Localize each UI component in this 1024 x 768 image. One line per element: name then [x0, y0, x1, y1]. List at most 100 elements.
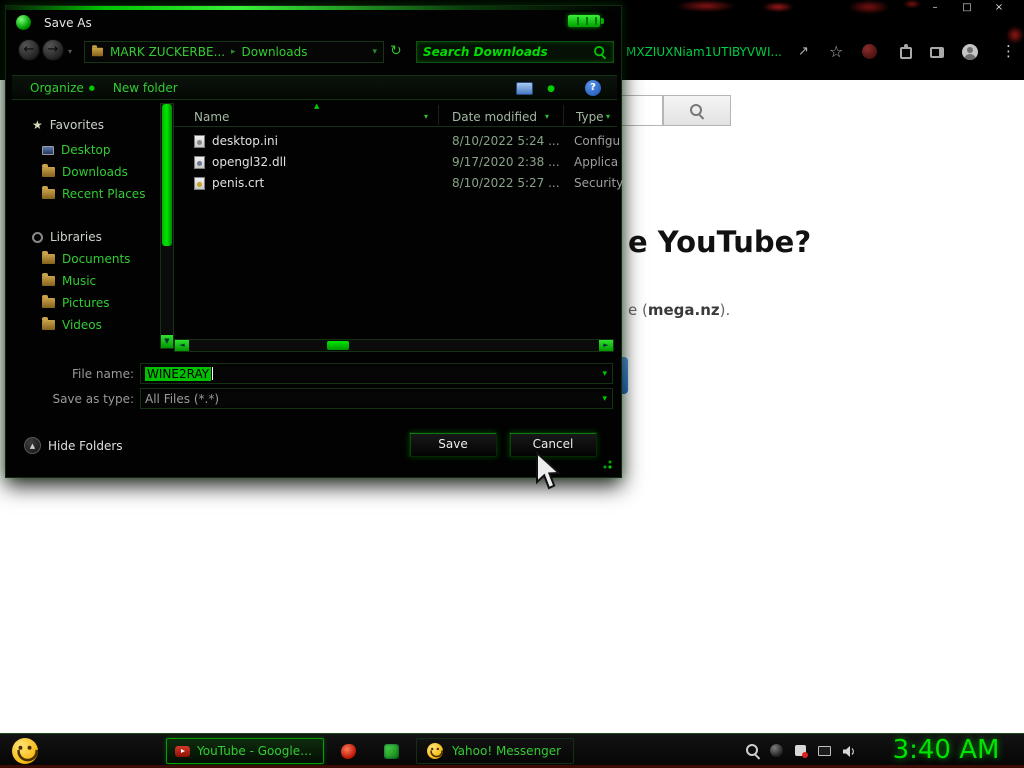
folder-icon	[91, 45, 104, 57]
page-heading-fragment: e YouTube?	[628, 225, 812, 259]
window-minimize-button[interactable]: –	[924, 1, 946, 14]
save-as-type-select[interactable]: All Files (*.*) ▾	[140, 388, 613, 409]
taskbar-item-youtube[interactable]: YouTube - Google C...	[166, 738, 324, 764]
breadcrumb[interactable]: MARK ZUCKERBE... ▸ Downloads ▾	[84, 41, 384, 63]
recent-places-icon	[42, 186, 55, 199]
sidebar-item-documents[interactable]: Documents	[42, 251, 130, 267]
scrollbar-thumb[interactable]	[162, 104, 172, 246]
battery-icon	[568, 15, 604, 27]
forward-button[interactable]: →	[42, 39, 64, 61]
mouse-cursor	[536, 451, 561, 490]
organize-button[interactable]: Organize ●	[30, 81, 95, 95]
save-as-dialog: Save As ← → ▾ MARK ZUCKERBE... ▸ Downloa…	[5, 5, 623, 478]
downloads-folder-icon	[42, 164, 55, 177]
address-bar-text[interactable]: MXZIUXNiam1UTIBYVWI...	[626, 45, 782, 59]
hscrollbar-thumb[interactable]	[327, 341, 349, 350]
tray-notification-icon[interactable]	[795, 745, 808, 758]
sidebar-item-pictures[interactable]: Pictures	[42, 295, 110, 311]
libraries-header[interactable]: Libraries	[32, 229, 102, 245]
file-name-input[interactable]: WINE2RAY ▾	[140, 363, 613, 384]
chevron-right-icon: ▸	[231, 47, 236, 57]
account-avatar[interactable]	[862, 44, 877, 59]
start-button-smiley-icon[interactable]	[12, 738, 38, 764]
scroll-down-icon[interactable]: ▼	[161, 335, 173, 348]
window-close-button[interactable]: ×	[988, 1, 1010, 14]
paint-splatter	[762, 2, 794, 12]
file-row-opengl32-dll[interactable]: opengl32.dll 9/17/2020 2:38 ... Applica	[174, 153, 618, 174]
taskbar-clock[interactable]: 3:40 AM	[880, 734, 1012, 767]
sidebar-item-downloads[interactable]: Downloads	[42, 164, 128, 180]
paint-splatter	[848, 0, 890, 14]
mega-link[interactable]: mega.nz	[648, 301, 720, 319]
search-icon	[690, 103, 704, 118]
column-name-dropdown-icon[interactable]: ▾	[424, 112, 428, 121]
window-maximize-button[interactable]: □	[956, 1, 978, 14]
file-list: ▲ Name ▾ Date modified ▾ Type ▾ desktop.…	[174, 102, 623, 338]
paint-splatter	[903, 0, 921, 8]
file-row-desktop-ini[interactable]: desktop.ini 8/10/2022 5:24 ... Configu	[174, 132, 620, 153]
dialog-top-accent	[6, 6, 621, 10]
dialog-title: Save As	[44, 16, 92, 30]
dialog-search-box[interactable]: Search Downloads	[416, 41, 614, 63]
file-name-dropdown-icon[interactable]: ▾	[602, 369, 607, 379]
extensions-puzzle-icon[interactable]	[900, 44, 912, 59]
share-icon[interactable]: ↗	[798, 44, 809, 59]
breadcrumb-user[interactable]: MARK ZUCKERBE...	[110, 45, 225, 59]
column-date-dropdown-icon[interactable]: ▾	[545, 112, 549, 121]
scroll-left-icon[interactable]: ◄	[175, 340, 189, 351]
favorites-header[interactable]: ★ Favorites	[32, 117, 104, 133]
back-button[interactable]: ←	[18, 39, 40, 61]
file-row-crt[interactable]: penis.crt 8/10/2022 5:27 ... Security	[174, 174, 623, 195]
desktop-icon	[42, 145, 54, 155]
profile-icon[interactable]	[962, 44, 978, 60]
column-date-modified[interactable]: Date modified	[452, 110, 537, 124]
breadcrumb-dropdown-icon[interactable]: ▾	[372, 47, 377, 57]
tray-search-icon[interactable]	[746, 744, 760, 758]
taskbar-item-yahoo-messenger[interactable]: Yahoo! Messenger	[416, 738, 574, 764]
taskbar-app-icon-green[interactable]	[384, 744, 399, 759]
search-placeholder: Search Downloads	[423, 45, 548, 59]
column-name[interactable]: Name	[194, 110, 229, 124]
help-icon[interactable]: ?	[585, 80, 601, 96]
new-folder-button[interactable]: New folder	[113, 81, 178, 95]
dll-file-icon	[194, 156, 205, 169]
sidebar-scrollbar[interactable]: ▼	[160, 103, 174, 349]
ini-file-icon	[194, 135, 205, 148]
views-dropdown-icon[interactable]: ●	[547, 84, 555, 94]
bookmark-star-icon[interactable]: ☆	[829, 42, 843, 61]
column-type[interactable]: Type	[576, 110, 604, 124]
save-as-type-value: All Files (*.*)	[145, 391, 220, 406]
save-as-type-dropdown-icon[interactable]: ▾	[602, 394, 607, 404]
views-icon[interactable]	[516, 82, 533, 95]
music-icon	[42, 273, 55, 286]
page-search-button[interactable]	[663, 95, 731, 126]
sidebar-item-music[interactable]: Music	[42, 273, 96, 289]
search-icon	[594, 46, 606, 58]
scroll-right-icon[interactable]: ►	[599, 340, 613, 351]
desktop: – □ × MXZIUXNiam1UTIBYVWI... ↗ ☆ ⋮ e You…	[0, 0, 1024, 768]
certificate-file-icon	[194, 177, 205, 190]
column-type-dropdown-icon[interactable]: ▾	[606, 112, 610, 121]
text-caret	[212, 367, 214, 380]
save-button[interactable]: Save	[409, 432, 497, 457]
tray-network-icon[interactable]	[818, 746, 831, 756]
tray-sphere-icon[interactable]	[769, 743, 784, 758]
hide-folders-button[interactable]: ▲ Hide Folders	[24, 437, 123, 454]
list-header: ▲ Name ▾ Date modified ▾ Type ▾	[174, 102, 617, 127]
resize-grip[interactable]	[600, 457, 612, 469]
menu-dots-icon[interactable]: ⋮	[1001, 42, 1016, 60]
side-panel-icon[interactable]	[930, 47, 944, 58]
sidebar-item-recent-places[interactable]: Recent Places	[42, 186, 145, 202]
breadcrumb-downloads[interactable]: Downloads	[242, 45, 308, 59]
nav-history-dropdown-icon[interactable]: ▾	[68, 47, 72, 56]
sidebar-item-desktop[interactable]: Desktop	[42, 142, 111, 158]
taskbar-app-icon-red[interactable]	[341, 744, 356, 759]
refresh-icon[interactable]: ↻	[390, 44, 402, 58]
organize-dropdown-icon: ●	[88, 83, 95, 92]
dialog-app-icon	[16, 15, 31, 30]
favorites-star-icon: ★	[32, 118, 43, 132]
paint-splatter	[676, 0, 736, 12]
sidebar-item-videos[interactable]: Videos	[42, 317, 102, 333]
file-list-hscrollbar[interactable]: ◄ ►	[174, 339, 614, 352]
tray-volume-icon[interactable]	[842, 745, 857, 758]
